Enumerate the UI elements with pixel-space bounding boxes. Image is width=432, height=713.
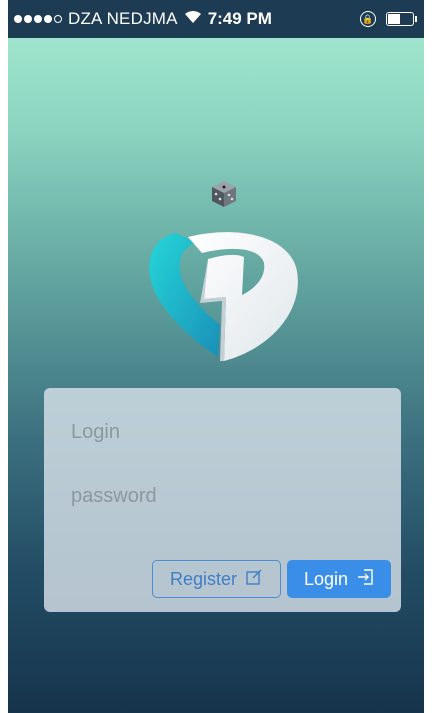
login-card: Register Login (44, 388, 401, 612)
login-button-label: Login (303, 568, 349, 589)
login-button[interactable]: Login (287, 560, 391, 598)
password-input[interactable] (71, 476, 371, 516)
register-button[interactable]: Register (152, 560, 281, 598)
app-logo (136, 175, 306, 365)
carrier-name: DZA NEDJMA (68, 9, 178, 28)
edit-icon (245, 568, 263, 591)
status-time: 7:49 PM (207, 9, 272, 28)
wifi-icon (184, 10, 202, 29)
register-button-label: Register (169, 568, 238, 589)
battery-icon (386, 12, 417, 26)
status-bar: DZA NEDJMA 7:49 PM 🔒 (8, 0, 424, 38)
signal-strength-icon (14, 15, 62, 23)
dice-icon (212, 181, 236, 207)
phone-screen: DZA NEDJMA 7:49 PM 🔒 Login Register Logi… (8, 0, 424, 713)
sign-in-icon (356, 568, 374, 591)
rotation-lock-icon: 🔒 (360, 11, 376, 27)
login-input[interactable] (71, 412, 371, 452)
